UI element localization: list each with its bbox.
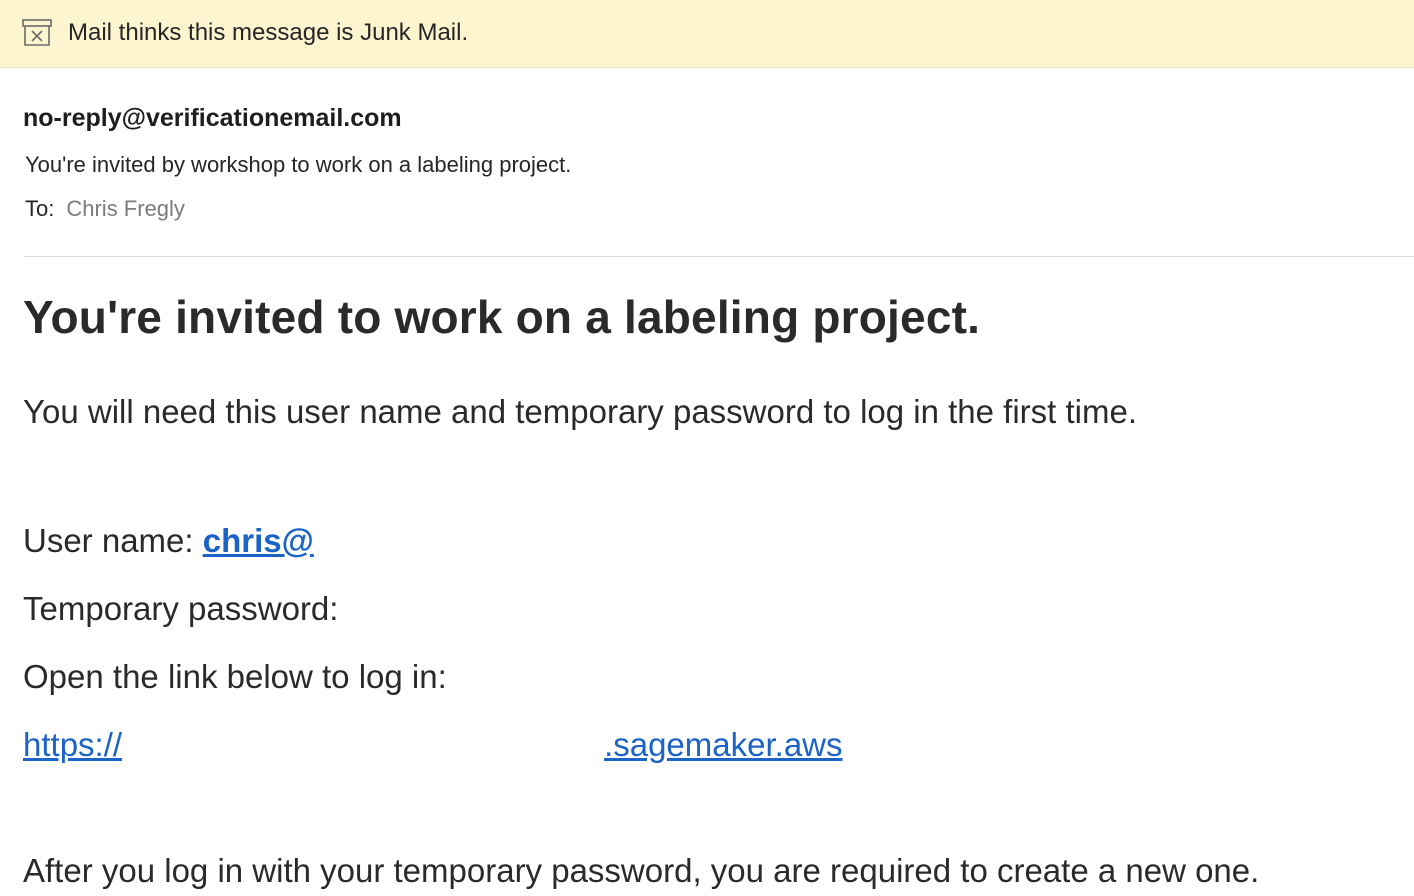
body-intro: You will need this user name and tempora… <box>23 393 1138 430</box>
password-label: Temporary password: <box>23 590 339 627</box>
username-label: User name: <box>23 522 194 559</box>
login-url-suffix-link[interactable]: .sagemaker.aws <box>604 726 842 763</box>
junk-tray-icon <box>22 19 52 46</box>
password-row: Temporary password: <box>23 590 338 628</box>
junk-mail-banner: Mail thinks this message is Junk Mail. <box>0 0 1414 68</box>
recipient-name[interactable]: Chris Fregly <box>66 196 185 221</box>
message-subject: You're invited by workshop to work on a … <box>25 152 572 177</box>
username-link[interactable]: chris@ <box>203 522 314 559</box>
login-url-prefix-link[interactable]: https:// <box>23 726 122 763</box>
recipient-row: To: Chris Fregly <box>25 196 185 222</box>
open-link-instruction: Open the link below to log in: <box>23 658 447 695</box>
body-headline: You're invited to work on a labeling pro… <box>23 291 981 343</box>
body-outro: After you log in with your temporary pas… <box>23 852 1260 889</box>
username-row: User name: chris@ <box>23 522 314 560</box>
login-url-row: https:// .sagemaker.aws <box>23 726 843 764</box>
header-divider <box>24 256 1414 257</box>
to-label: To: <box>25 196 55 221</box>
sender-address[interactable]: no-reply@verificationemail.com <box>23 104 402 133</box>
junk-mail-message: Mail thinks this message is Junk Mail. <box>68 19 469 46</box>
